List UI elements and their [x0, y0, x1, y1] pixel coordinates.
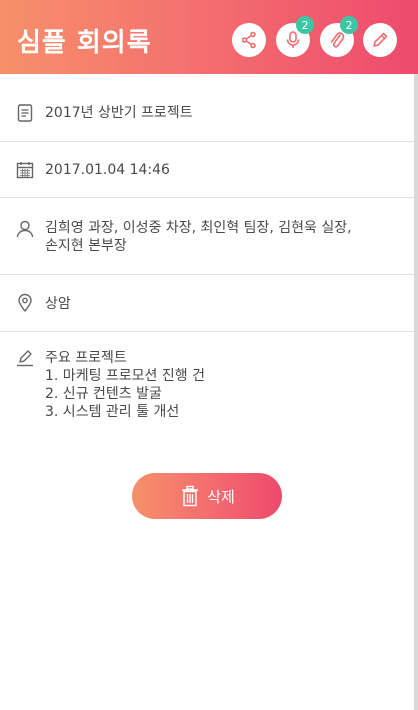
document-icon [15, 103, 35, 123]
delete-label: 삭제 [207, 487, 235, 506]
meeting-datetime: 2017.01.04 14:46 [45, 162, 170, 178]
meeting-notes: 주요 프로젝트 1. 마케팅 프로모션 진행 건 2. 신규 컨텐츠 발굴 3.… [45, 349, 205, 421]
meeting-title-row[interactable]: 2017년 상반기 프로젝트 [0, 84, 414, 142]
calendar-icon [15, 160, 35, 180]
notes-line: 3. 시스템 관리 툴 개선 [45, 404, 180, 420]
meeting-notes-section[interactable]: 주요 프로젝트 1. 마케팅 프로모션 진행 건 2. 신규 컨텐츠 발굴 3.… [0, 332, 414, 422]
notes-line: 주요 프로젝트 [45, 350, 127, 366]
trash-icon [182, 485, 199, 507]
share-button[interactable] [232, 23, 266, 57]
meeting-location-row[interactable]: 상암 [0, 275, 414, 332]
pencil-icon [373, 32, 388, 47]
notes-line: 2. 신규 컨텐츠 발굴 [45, 386, 162, 402]
app-header: 심플 회의록 2 2 [0, 0, 418, 74]
attendees-line: 김희영 과장, 이성중 차장, 최인혁 팀장, 김현욱 실장, [45, 220, 352, 236]
share-icon [241, 31, 256, 49]
notes-line: 1. 마케팅 프로모션 진행 건 [45, 368, 205, 384]
edit-button[interactable] [363, 23, 397, 57]
location-pin-icon [15, 293, 35, 313]
person-icon [15, 219, 35, 239]
delete-button[interactable]: 삭제 [132, 473, 282, 519]
app-title: 심플 회의록 [17, 28, 152, 58]
attachment-button[interactable]: 2 [320, 16, 358, 57]
voice-record-button[interactable]: 2 [276, 16, 314, 57]
meeting-attendees: 김희영 과장, 이성중 차장, 최인혁 팀장, 김현욱 실장, 손지현 본부장 [45, 219, 396, 255]
attachment-count-badge: 2 [340, 16, 358, 34]
meeting-attendees-row[interactable]: 김희영 과장, 이성중 차장, 최인혁 팀장, 김현욱 실장, 손지현 본부장 [0, 198, 414, 275]
meeting-location: 상암 [45, 296, 71, 312]
attendees-line: 손지현 본부장 [45, 238, 127, 254]
voice-count-badge: 2 [296, 16, 314, 34]
meeting-title: 2017년 상반기 프로젝트 [45, 105, 193, 121]
pen-note-icon [15, 348, 35, 368]
meeting-date-row[interactable]: 2017.01.04 14:46 [0, 142, 414, 198]
scroll-edge [414, 74, 418, 710]
